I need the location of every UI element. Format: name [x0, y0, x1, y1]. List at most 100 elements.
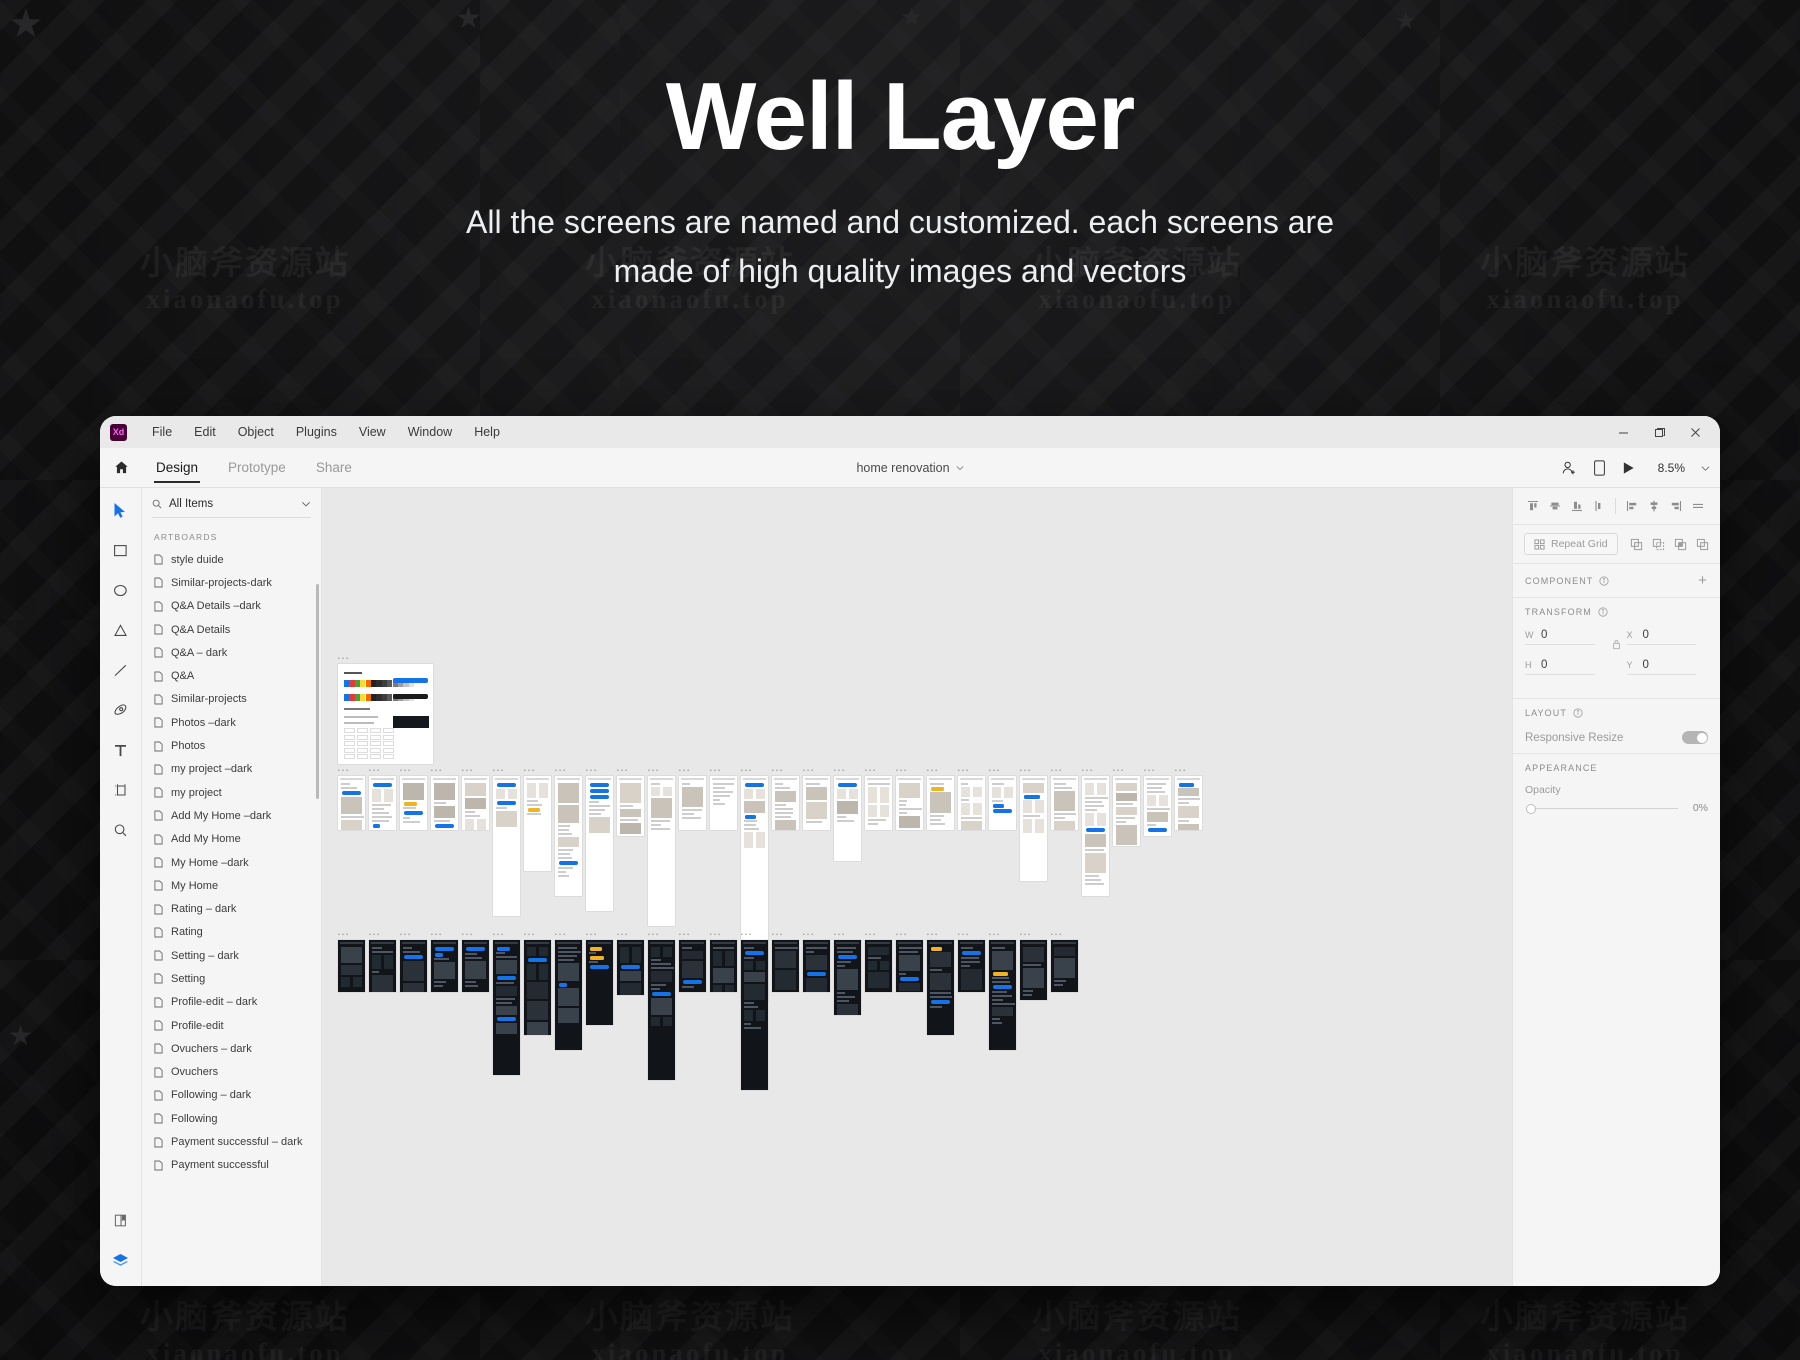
distribute-horizontal-icon[interactable]: [1687, 496, 1709, 516]
artboard-thumbnail[interactable]: [710, 776, 737, 830]
artboard-thumbnail[interactable]: [431, 776, 458, 830]
artboard-thumbnail[interactable]: [1020, 940, 1047, 1000]
artboard-thumbnail[interactable]: [524, 776, 551, 871]
artboard-thumbnail[interactable]: [586, 776, 613, 911]
artboard-list-item[interactable]: Setting – dark: [142, 944, 321, 967]
pen-tool-icon[interactable]: [109, 698, 133, 722]
artboard-list-item[interactable]: Q&A Details: [142, 618, 321, 641]
artboard-list-item[interactable]: Similar-projects: [142, 688, 321, 711]
align-top-icon[interactable]: [1522, 496, 1544, 516]
tab-design[interactable]: Design: [142, 448, 212, 487]
home-icon[interactable]: [100, 448, 142, 487]
artboard-thumbnail-style-guide[interactable]: [338, 664, 433, 764]
artboard-thumbnail[interactable]: [896, 776, 923, 830]
responsive-resize-toggle[interactable]: [1682, 731, 1708, 744]
artboard-thumbnail[interactable]: [493, 776, 520, 916]
artboard-thumbnail[interactable]: [617, 776, 644, 836]
artboard-thumbnail[interactable]: [369, 940, 396, 992]
artboard-list-item[interactable]: Payment successful: [142, 1154, 321, 1177]
play-preview-icon[interactable]: [1622, 461, 1635, 475]
info-icon[interactable]: [1599, 575, 1609, 586]
info-icon[interactable]: [1573, 708, 1583, 718]
artboard-thumbnail[interactable]: [555, 776, 582, 896]
artboard-list-item[interactable]: Profile-edit: [142, 1014, 321, 1037]
artboard-thumbnail[interactable]: [679, 940, 706, 992]
artboard-list-item[interactable]: Photos –dark: [142, 711, 321, 734]
artboard-thumbnail[interactable]: [896, 940, 923, 992]
artboard-thumbnail[interactable]: [617, 940, 644, 995]
artboard-thumbnail[interactable]: [1144, 776, 1171, 836]
layers-filter[interactable]: All Items: [152, 498, 311, 518]
artboard-list-item[interactable]: Q&A – dark: [142, 641, 321, 664]
layers-icon[interactable]: [109, 1248, 133, 1272]
libraries-icon[interactable]: [109, 1208, 133, 1232]
align-right-icon[interactable]: [1665, 496, 1687, 516]
artboard-list-item[interactable]: Similar-projects-dark: [142, 571, 321, 594]
rectangle-tool-icon[interactable]: [109, 538, 133, 562]
artboard-thumbnail[interactable]: [679, 776, 706, 830]
text-tool-icon[interactable]: [109, 738, 133, 762]
artboard-thumbnail[interactable]: [1113, 776, 1140, 846]
artboard-thumbnail[interactable]: [586, 940, 613, 1025]
select-tool-icon[interactable]: [109, 498, 133, 522]
artboard-thumbnail[interactable]: [648, 776, 675, 926]
artboard-thumbnail[interactable]: [338, 776, 365, 830]
artboard-thumbnail[interactable]: [927, 776, 954, 830]
artboard-thumbnail[interactable]: [1051, 940, 1078, 992]
intersect-shape-icon[interactable]: [1674, 538, 1687, 551]
artboard-thumbnail[interactable]: [431, 940, 458, 992]
artboard-list-item[interactable]: my project: [142, 781, 321, 804]
align-vertical-center-icon[interactable]: [1544, 496, 1566, 516]
tab-share[interactable]: Share: [302, 448, 366, 487]
artboard-thumbnail[interactable]: [741, 940, 768, 1090]
artboard-thumbnail[interactable]: [772, 940, 799, 992]
artboard-tool-icon[interactable]: [109, 778, 133, 802]
ellipse-tool-icon[interactable]: [109, 578, 133, 602]
align-horizontal-center-icon[interactable]: [1643, 496, 1665, 516]
menu-item-plugins[interactable]: Plugins: [285, 422, 348, 442]
artboard-list-item[interactable]: Profile-edit – dark: [142, 991, 321, 1014]
polygon-tool-icon[interactable]: [109, 618, 133, 642]
device-preview-icon[interactable]: [1593, 460, 1606, 476]
artboard-thumbnail[interactable]: [803, 776, 830, 830]
artboard-list-item[interactable]: Ovuchers: [142, 1061, 321, 1084]
artboard-list-item[interactable]: Following: [142, 1107, 321, 1130]
artboard-list-item[interactable]: style duide: [142, 548, 321, 571]
distribute-vertical-icon[interactable]: [1588, 496, 1610, 516]
artboard-list-item[interactable]: My Home –dark: [142, 851, 321, 874]
artboard-list-item[interactable]: Rating – dark: [142, 897, 321, 920]
minimize-icon[interactable]: [1606, 419, 1640, 445]
coedit-invite-icon[interactable]: [1561, 460, 1577, 476]
artboard-thumbnail[interactable]: [989, 940, 1016, 1050]
lock-icon[interactable]: [1607, 629, 1627, 650]
menu-item-edit[interactable]: Edit: [183, 422, 227, 442]
document-title[interactable]: home renovation: [856, 461, 949, 475]
repeat-grid-button[interactable]: Repeat Grid: [1524, 533, 1618, 555]
menu-item-view[interactable]: View: [348, 422, 397, 442]
artboard-list-item[interactable]: Q&A: [142, 664, 321, 687]
artboard-list-item[interactable]: My Home: [142, 874, 321, 897]
chevron-down-icon[interactable]: [1701, 464, 1710, 473]
artboard-thumbnail[interactable]: [400, 940, 427, 992]
artboard-list-item[interactable]: Rating: [142, 921, 321, 944]
artboard-thumbnail[interactable]: [958, 940, 985, 992]
tab-prototype[interactable]: Prototype: [214, 448, 300, 487]
zoom-tool-icon[interactable]: [109, 818, 133, 842]
artboard-thumbnail[interactable]: [400, 776, 427, 830]
x-field[interactable]: X 0: [1626, 629, 1696, 645]
artboard-thumbnail[interactable]: [648, 940, 675, 1080]
subtract-shape-icon[interactable]: [1652, 538, 1665, 551]
artboard-thumbnail[interactable]: [865, 940, 892, 992]
artboard-list-item[interactable]: Setting: [142, 967, 321, 990]
artboard-thumbnail[interactable]: [772, 776, 799, 830]
artboard-thumbnail[interactable]: [989, 776, 1016, 830]
align-left-icon[interactable]: [1621, 496, 1643, 516]
exclude-shape-icon[interactable]: [1696, 538, 1709, 551]
artboard-list-item[interactable]: Ovuchers – dark: [142, 1037, 321, 1060]
opacity-slider[interactable]: 0%: [1525, 802, 1708, 816]
artboard-list-item[interactable]: Add My Home: [142, 828, 321, 851]
layers-scrollbar[interactable]: [316, 584, 319, 799]
menu-item-file[interactable]: File: [141, 422, 183, 442]
chevron-down-icon[interactable]: [301, 499, 311, 509]
design-canvas[interactable]: • • • • • • • • • • • • • • • • • • • • • • • •…: [322, 488, 1512, 1286]
